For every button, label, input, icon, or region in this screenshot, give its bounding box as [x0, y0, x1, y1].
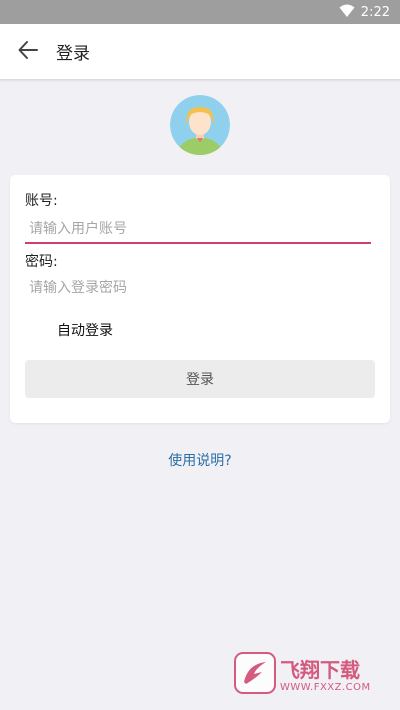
status-time: 2:22 — [360, 4, 390, 20]
watermark-title: 飞翔下载 — [280, 657, 360, 682]
user-avatar-icon — [170, 95, 230, 155]
app-bar: 登录 — [0, 24, 400, 80]
auto-login-checkbox[interactable]: 自动登录 — [57, 320, 113, 340]
help-link[interactable]: 使用说明? — [0, 450, 400, 470]
back-button[interactable] — [0, 24, 56, 80]
login-card: 账号: 密码: 自动登录 登录 — [10, 175, 390, 423]
watermark-url: WWW.FXXZ.COM — [280, 681, 371, 693]
arrow-left-icon — [17, 39, 39, 65]
page-title: 登录 — [56, 44, 90, 64]
status-bar: 2:22 — [0, 0, 400, 24]
watermark: 飞翔下载 WWW.FXXZ.COM — [234, 650, 392, 700]
account-input[interactable] — [25, 216, 371, 244]
password-input[interactable] — [25, 274, 371, 302]
account-label: 账号: — [25, 193, 58, 209]
password-label: 密码: — [25, 254, 58, 270]
login-button[interactable]: 登录 — [25, 360, 375, 398]
watermark-logo-icon — [234, 652, 276, 698]
wifi-icon — [339, 3, 355, 22]
